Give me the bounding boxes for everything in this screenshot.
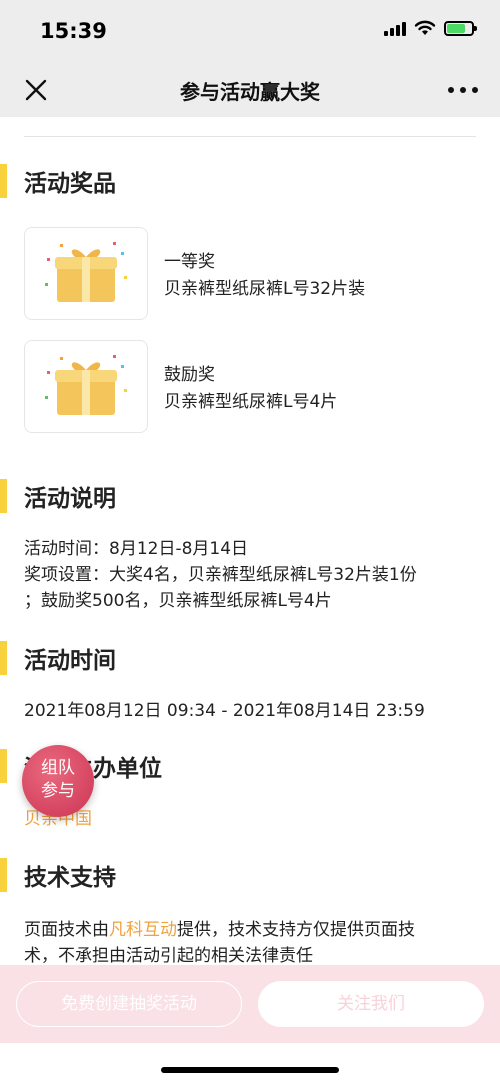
- bottom-action-bar: 免费创建抽奖活动 关注我们: [0, 965, 500, 1043]
- follow-us-button[interactable]: 关注我们: [258, 981, 484, 1027]
- prize-level: 一等奖: [164, 252, 215, 272]
- section-accent-bar: [0, 749, 7, 783]
- prize-item[interactable]: 鼓励奖 贝亲裤型纸尿裤L号4片: [24, 340, 464, 434]
- tech-support-line: 页面技术由凡科互动提供，技术支持方仅提供页面技: [24, 920, 415, 940]
- section-accent-bar: [0, 858, 7, 892]
- nav-bar: 参与活动赢大奖: [0, 62, 500, 117]
- status-icons: [384, 20, 477, 36]
- prize-name: 贝亲裤型纸尿裤L号4片: [164, 392, 338, 412]
- gift-box-icon: [24, 227, 148, 320]
- page-title: 参与活动赢大奖: [180, 80, 320, 104]
- team-join-button[interactable]: 组队 参与: [22, 745, 94, 817]
- home-indicator[interactable]: [161, 1067, 339, 1073]
- time-section-header: 活动时间: [0, 639, 500, 679]
- status-bar: 15:39: [0, 0, 500, 62]
- section-title: 技术支持: [24, 865, 116, 891]
- prize-text: 鼓励奖 贝亲裤型纸尿裤L号4片: [164, 362, 337, 416]
- divider: [24, 136, 476, 137]
- more-icon[interactable]: [448, 76, 478, 104]
- description-line: 活动时间：8月12日-8月14日: [24, 539, 249, 559]
- time-range: 2021年08月12日 09:34 - 2021年08月14日 23:59: [24, 701, 425, 721]
- prize-level: 鼓励奖: [164, 365, 215, 385]
- tech-support-text: 页面技术由凡科互动提供，技术支持方仅提供页面技 术，不承担由活动引起的相关法律责…: [24, 917, 484, 965]
- wifi-icon: [414, 20, 436, 35]
- content-scroll-area[interactable]: 活动奖品 一等奖 贝亲裤型纸尿裤L号32片装 鼓励奖 贝亲裤型纸尿裤L号4片 活…: [0, 117, 500, 965]
- signal-icon: [384, 20, 406, 36]
- section-title: 活动时间: [24, 648, 116, 674]
- description-line: 奖项设置：大奖4名，贝亲裤型纸尿裤L号32片装1份: [24, 565, 417, 585]
- description-line: ；鼓励奖500名，贝亲裤型纸尿裤L号4片: [24, 591, 332, 611]
- prize-name: 贝亲裤型纸尿裤L号32片装: [164, 279, 366, 299]
- tech-section-header: 技术支持: [0, 856, 500, 896]
- organizer-name[interactable]: 贝亲中国: [24, 806, 484, 832]
- section-accent-bar: [0, 164, 7, 198]
- home-indicator-area: [0, 1043, 500, 1083]
- status-time: 15:39: [40, 19, 107, 43]
- section-accent-bar: [0, 479, 7, 513]
- create-lottery-button[interactable]: 免费创建抽奖活动: [16, 981, 242, 1027]
- section-accent-bar: [0, 641, 7, 675]
- gift-box-icon: [24, 340, 148, 433]
- tech-support-line: 术，不承担由活动引起的相关法律责任: [24, 946, 313, 965]
- battery-icon: [444, 20, 477, 36]
- prize-item[interactable]: 一等奖 贝亲裤型纸尿裤L号32片装: [24, 227, 464, 321]
- prizes-section-header: 活动奖品: [0, 162, 500, 202]
- section-title: 活动奖品: [24, 171, 116, 197]
- provider-link[interactable]: 凡科互动: [109, 920, 177, 940]
- prize-text: 一等奖 贝亲裤型纸尿裤L号32片装: [164, 249, 365, 303]
- section-title: 活动说明: [24, 486, 116, 512]
- description-section-header: 活动说明: [0, 477, 500, 517]
- description-text: 活动时间：8月12日-8月14日 奖项设置：大奖4名，贝亲裤型纸尿裤L号32片装…: [24, 536, 484, 614]
